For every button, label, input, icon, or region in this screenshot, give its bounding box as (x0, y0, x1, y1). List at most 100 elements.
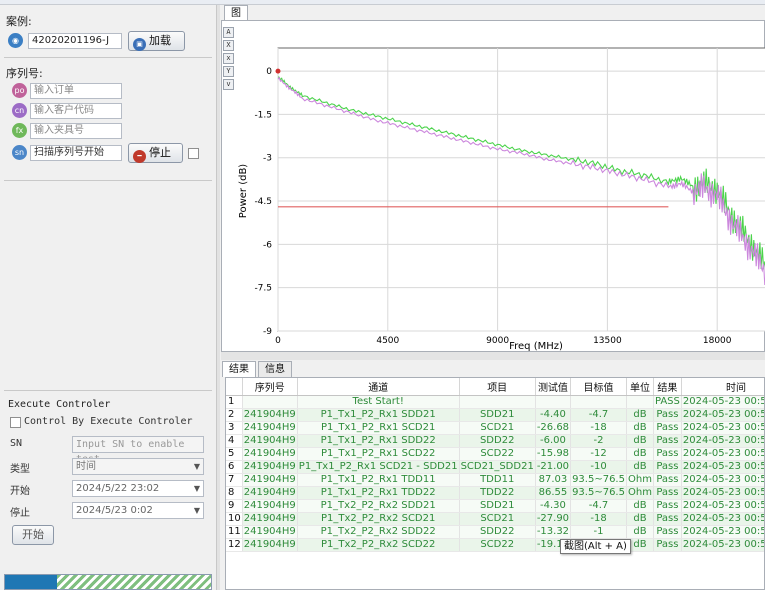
chart-tool-button[interactable]: x (223, 53, 234, 64)
table-row[interactable]: 12 241904H9 P1_Tx2_P2_Rx2 SCD22 SCD22 -19.13… (226, 538, 764, 552)
fixture-input[interactable]: 输入夹具号 (30, 123, 122, 139)
frequency-chart: 0 4500 9000 13500 18000 0 -1.5 -3 -4.5 -6 -7.5 -9 F… (238, 47, 765, 351)
table-cell: Pass (653, 499, 682, 513)
table-cell: P1_Tx1_P2_Rx1 TDD11 (297, 473, 460, 487)
table-cell: P1_Tx1_P2_Rx1 TDD22 (297, 486, 460, 500)
table-cell: dB (626, 408, 654, 422)
table-cell: 241904H9 (242, 460, 298, 474)
order-input[interactable]: 输入订单 (30, 83, 122, 99)
table-cell: 2024-05-23 00:55:52 (681, 538, 764, 552)
column-header[interactable]: 项目 (459, 378, 536, 396)
column-header[interactable] (226, 378, 243, 396)
x-tick-label: 13500 (593, 336, 622, 346)
stop-label: 停止 (10, 508, 30, 519)
tab-chart[interactable]: 图 (224, 5, 248, 21)
table-cell: 6 (226, 460, 243, 474)
x-tick-label: 4500 (376, 336, 399, 346)
chart-frame: A X x Y v 0 4500 9000 13500 18000 0 -1.5 -3 -4.5… (221, 20, 765, 352)
table-cell: 241904H9 (242, 486, 298, 500)
column-header[interactable]: 时间 (681, 378, 764, 396)
table-row[interactable]: 7 241904H9 P1_Tx1_P2_Rx1 TDD11 TDD11 87.03 93… (226, 473, 764, 487)
progress-bar (4, 574, 212, 590)
table-row[interactable]: 11 241904H9 P1_Tx2_P2_Rx2 SDD22 SDD22 -13.32… (226, 525, 764, 539)
table-cell: -27.90 (535, 512, 572, 526)
table-cell: 241904H9 (242, 473, 298, 487)
stop-datetime[interactable]: 2024/5/23 0:02 ▼ (72, 502, 204, 519)
table-row[interactable]: 2 241904H9 P1_Tx1_P2_Rx1 SDD21 SDD21 -4.40 -4… (226, 408, 764, 422)
table-cell: Pass (653, 408, 682, 422)
table-cell: -12 (570, 447, 627, 461)
chart-tool-button[interactable]: v (223, 79, 234, 90)
table-cell: 241904H9 (242, 499, 298, 513)
y-axis-label: Power (dB) (238, 164, 249, 219)
type-label: 类型 (10, 464, 30, 475)
table-cell: dB (626, 512, 654, 526)
table-cell: Pass (653, 538, 682, 552)
column-header[interactable]: 通道 (297, 378, 460, 396)
table-cell: P1_Tx1_P2_Rx1 SCD22 (297, 447, 460, 461)
horizontal-splitter[interactable] (221, 352, 765, 360)
option-checkbox[interactable] (188, 148, 199, 159)
plot-area (277, 47, 765, 332)
table-cell: 86.55 (535, 486, 572, 500)
stop-icon: ━ (133, 150, 146, 163)
y-tick-label: -4.5 (254, 197, 272, 207)
table-cell: 5 (226, 447, 243, 461)
table-cell: SCD21 (459, 421, 536, 435)
column-header[interactable]: 目标值 (570, 378, 627, 396)
serial-scan-input[interactable]: 扫描序列号开始 (30, 145, 122, 161)
chevron-down-icon: ▼ (193, 462, 200, 471)
chart-tool-button[interactable]: Y (223, 66, 234, 77)
stop-button[interactable]: ━ 停止 (128, 143, 183, 163)
left-panel: 案例: ◉ 42020201196-J ▣ 加载 序列号: po 输入订单 cn … (0, 5, 216, 590)
start-datetime[interactable]: 2024/5/22 23:02 ▼ (72, 480, 204, 497)
table-cell: Pass (653, 486, 682, 500)
case-input[interactable]: 42020201196-J (28, 33, 122, 49)
table-row[interactable]: 3 241904H9 P1_Tx1_P2_Rx1 SCD21 SCD21 -26.68-… (226, 421, 764, 435)
table-cell: -4.30 (535, 499, 572, 513)
table-cell: 2024-05-23 00:55:51 (681, 421, 764, 435)
chart-grid (277, 47, 765, 332)
control-checkbox[interactable] (10, 417, 21, 428)
tab-info[interactable]: 信息 (258, 361, 292, 377)
divider (4, 57, 212, 58)
table-row[interactable]: 4 241904H9 P1_Tx1_P2_Rx1 SDD22 SDD22 -6.00 -2… (226, 434, 764, 448)
table-row[interactable]: 1Test Start!PASS2024-05-23 00:55:46131 (226, 395, 764, 409)
type-select[interactable]: 时间 ▼ (72, 458, 204, 475)
table-row[interactable]: 9 241904H9 P1_Tx2_P2_Rx2 SDD21 SDD21 -4.30 -4… (226, 499, 764, 513)
case-label: 案例: (6, 15, 32, 28)
table-cell: 2024-05-23 00:55:46 (681, 395, 764, 409)
load-button[interactable]: ▣ 加载 (128, 31, 185, 51)
table-cell: P1_Tx2_P2_Rx2 SCD22 (297, 538, 460, 552)
table-cell: Ohm (626, 486, 654, 500)
table-cell: 1 (226, 395, 243, 409)
table-cell: 93.5~76.5 (570, 473, 627, 487)
table-row[interactable]: 8 241904H9 P1_Tx1_P2_Rx1 TDD22 TDD22 86.55 93… (226, 486, 764, 500)
tab-results[interactable]: 结果 (222, 361, 256, 377)
table-cell: 241904H9 (242, 421, 298, 435)
chevron-down-icon: ▼ (193, 506, 200, 515)
column-header[interactable]: 序列号 (242, 378, 298, 396)
chart-tool-button[interactable]: X (223, 40, 234, 51)
table-cell: P1_Tx2_P2_Rx2 SDD21 (297, 499, 460, 513)
table-cell: 9 (226, 499, 243, 513)
table-cell: 2024-05-23 00:55:52 (681, 525, 764, 539)
y-tick-label: -1.5 (254, 110, 272, 120)
table-row[interactable]: 10 241904H9 P1_Tx2_P2_Rx2 SCD21 SCD21 -27.90… (226, 512, 764, 526)
sn-input[interactable]: Input SN to enable test (72, 436, 204, 465)
customer-code-input[interactable]: 输入客户代码 (30, 103, 122, 119)
column-header[interactable]: 测试值 (535, 378, 572, 396)
table-row[interactable]: 5 241904H9 P1_Tx1_P2_Rx1 SCD22 SCD22 -15.98-… (226, 447, 764, 461)
divider (4, 390, 212, 391)
vertical-splitter[interactable] (216, 5, 220, 590)
table-cell: -18 (570, 512, 627, 526)
type-value: 时间 (76, 461, 96, 472)
column-header[interactable]: 结果 (653, 378, 682, 396)
chart-tool-button[interactable]: A (223, 27, 234, 38)
serial-label: 序列号: (6, 67, 43, 80)
table-cell: Pass (653, 434, 682, 448)
table-row[interactable]: 6 241904H9 P1_Tx1_P2_Rx1 SCD21 - SDD21 SCD2… (226, 460, 764, 474)
start-button[interactable]: 开始 (12, 525, 54, 545)
column-header[interactable]: 单位 (626, 378, 654, 396)
table-cell: -26.68 (535, 421, 572, 435)
